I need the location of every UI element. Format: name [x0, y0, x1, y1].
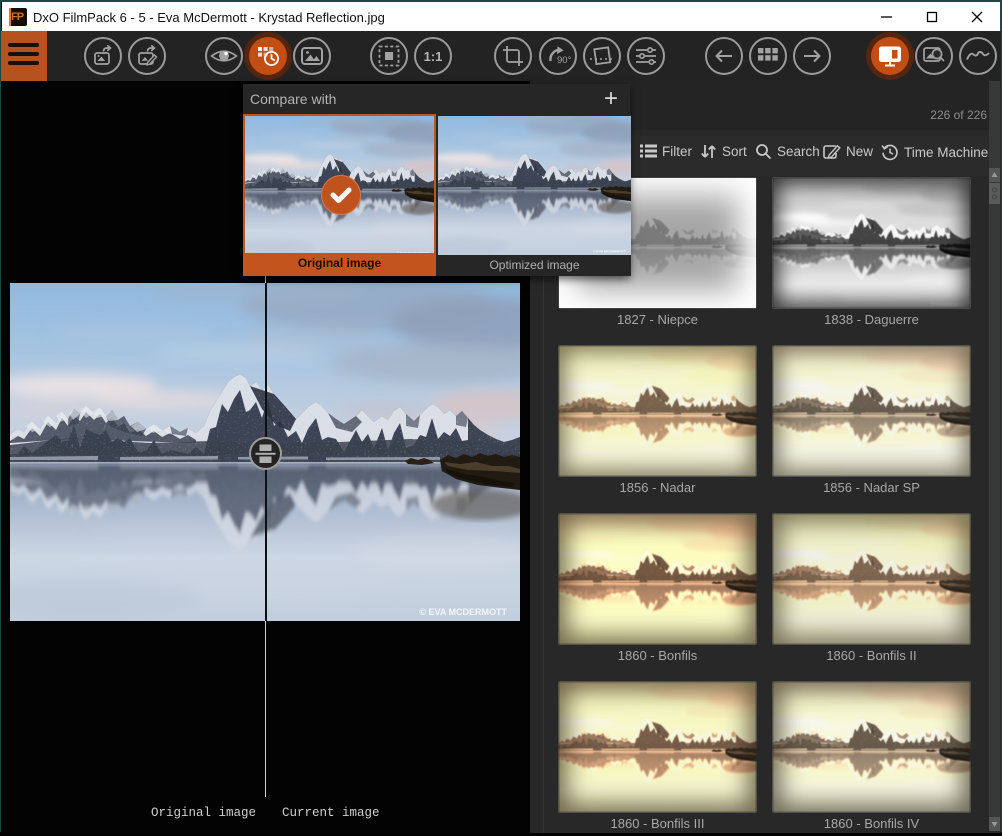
svg-text:90°: 90° — [557, 55, 572, 66]
